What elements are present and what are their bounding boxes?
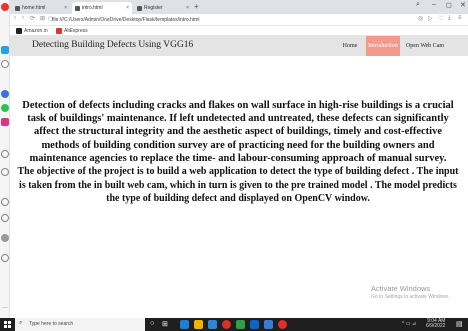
store-icon[interactable] — [208, 320, 217, 329]
send-icon[interactable]: ▷ — [428, 15, 433, 22]
clock-date: 6/9/2022 — [426, 323, 446, 329]
instagram-icon[interactable] — [1, 118, 9, 126]
tab-label: home.html — [22, 5, 46, 11]
search-tabs-icon[interactable]: ⌕ — [416, 1, 420, 9]
back-icon[interactable]: ‹ — [14, 15, 16, 21]
chrome-icon[interactable] — [222, 320, 231, 329]
maximize-icon[interactable]: ◻ — [446, 1, 452, 9]
tab-register[interactable]: Register × — [134, 2, 192, 14]
bookmarks-bar: Amazon.in AliExpress — [10, 26, 468, 36]
new-tab-button[interactable]: + — [194, 2, 199, 12]
vpn-icon[interactable] — [1, 150, 9, 158]
opera-logo-icon[interactable] — [1, 3, 9, 11]
bookmark-label: AliExpress — [64, 28, 88, 34]
intro-paragraph: Detection of defects including cracks an… — [22, 100, 454, 164]
tab-label: Register — [144, 5, 163, 11]
tab-intro[interactable]: intro.html × — [72, 2, 132, 14]
flow-icon[interactable] — [1, 254, 9, 262]
bookmark-aliexpress[interactable]: AliExpress — [56, 27, 88, 35]
url-field[interactable]: file:///C:/Users/Admin/OneDrive/Desktop/… — [52, 16, 200, 24]
tab-strip: home.html × intro.html × Register × + ⌕ … — [10, 0, 468, 14]
whatsapp-icon[interactable] — [1, 104, 9, 112]
more-icon[interactable]: … — [2, 304, 8, 310]
reload-icon[interactable]: ⟳ — [30, 15, 35, 22]
notifications-icon[interactable]: ▤ — [456, 320, 463, 328]
activate-windows-subtitle: Go to Settings to activate Windows. — [371, 294, 450, 300]
extensions-icon[interactable] — [1, 234, 9, 242]
nav-introduction[interactable]: Introduction — [366, 36, 400, 56]
page-icon — [137, 6, 142, 11]
windows-start-icon[interactable] — [4, 321, 11, 328]
speed-dial-icon[interactable]: ⊞ — [40, 15, 45, 22]
opera-taskbar-icon[interactable] — [278, 320, 287, 329]
page-icon — [15, 6, 20, 11]
download-icon[interactable]: ⤓ — [448, 15, 451, 22]
menu-icon[interactable]: ≡ — [458, 15, 462, 21]
amazon-icon — [16, 28, 22, 34]
tab-home[interactable]: home.html × — [12, 2, 70, 14]
nav-open-web-cam[interactable]: Open Web Cam — [401, 36, 449, 56]
taskbar-search[interactable]: ⌕ Type here to search — [15, 318, 145, 331]
mail-icon[interactable] — [250, 320, 259, 329]
task-view-icon[interactable]: ⊞ — [162, 320, 168, 328]
close-tab-icon[interactable]: × — [64, 2, 67, 14]
page-icon — [75, 6, 80, 11]
activate-windows-title: Activate Windows — [371, 284, 431, 293]
cortana-icon[interactable]: ○ — [150, 320, 154, 327]
close-window-icon[interactable]: ✕ — [460, 1, 466, 9]
app-icon[interactable] — [236, 320, 245, 329]
tab-label: intro.html — [82, 5, 103, 11]
bookmark-amazon[interactable]: Amazon.in — [16, 27, 48, 35]
forward-icon[interactable]: › — [22, 15, 24, 21]
search-icon: ⌕ — [19, 320, 23, 326]
close-tab-icon[interactable]: × — [126, 2, 129, 14]
messenger-icon[interactable] — [1, 46, 9, 54]
home-icon[interactable] — [1, 60, 9, 68]
intro-content: Detection of defects including cracks an… — [14, 99, 462, 206]
nav-home[interactable]: Home — [335, 36, 365, 56]
browser-sidebar: … — [0, 0, 10, 318]
taskbar: ⌕ Type here to search ○ ⊞ ^ ▭ ⊿ 9:04 AM … — [0, 318, 468, 331]
player-icon[interactable] — [1, 168, 9, 176]
edge-icon[interactable] — [180, 320, 189, 329]
favorites-icon[interactable] — [1, 198, 9, 206]
address-bar: ‹ › ⟳ ⊞ ▢ file:///C:/Users/Admin/OneDriv… — [10, 14, 468, 26]
clock[interactable]: 9:04 AM 6/9/2022 — [426, 319, 445, 329]
heart-icon[interactable]: ♡ — [438, 15, 443, 22]
bookmark-label: Amazon.in — [24, 28, 48, 34]
camera-icon[interactable]: ◎ — [418, 15, 423, 22]
file-explorer-icon[interactable] — [194, 320, 203, 329]
objective-paragraph: The objective of the project is to build… — [17, 166, 459, 205]
tray-icons[interactable]: ^ ▭ ⊿ — [402, 321, 416, 327]
site-title: Detecting Building Defects Using VGG16 — [32, 40, 194, 50]
site-header: Detecting Building Defects Using VGG16 H… — [10, 36, 468, 56]
aliexpress-icon — [56, 28, 62, 34]
history-icon[interactable] — [1, 214, 9, 222]
minimize-icon[interactable]: – — [432, 1, 436, 8]
search-placeholder: Type here to search — [29, 321, 74, 327]
vscode-icon[interactable] — [264, 320, 273, 329]
close-tab-icon[interactable]: × — [186, 2, 189, 14]
messenger-app-icon[interactable] — [1, 90, 9, 98]
